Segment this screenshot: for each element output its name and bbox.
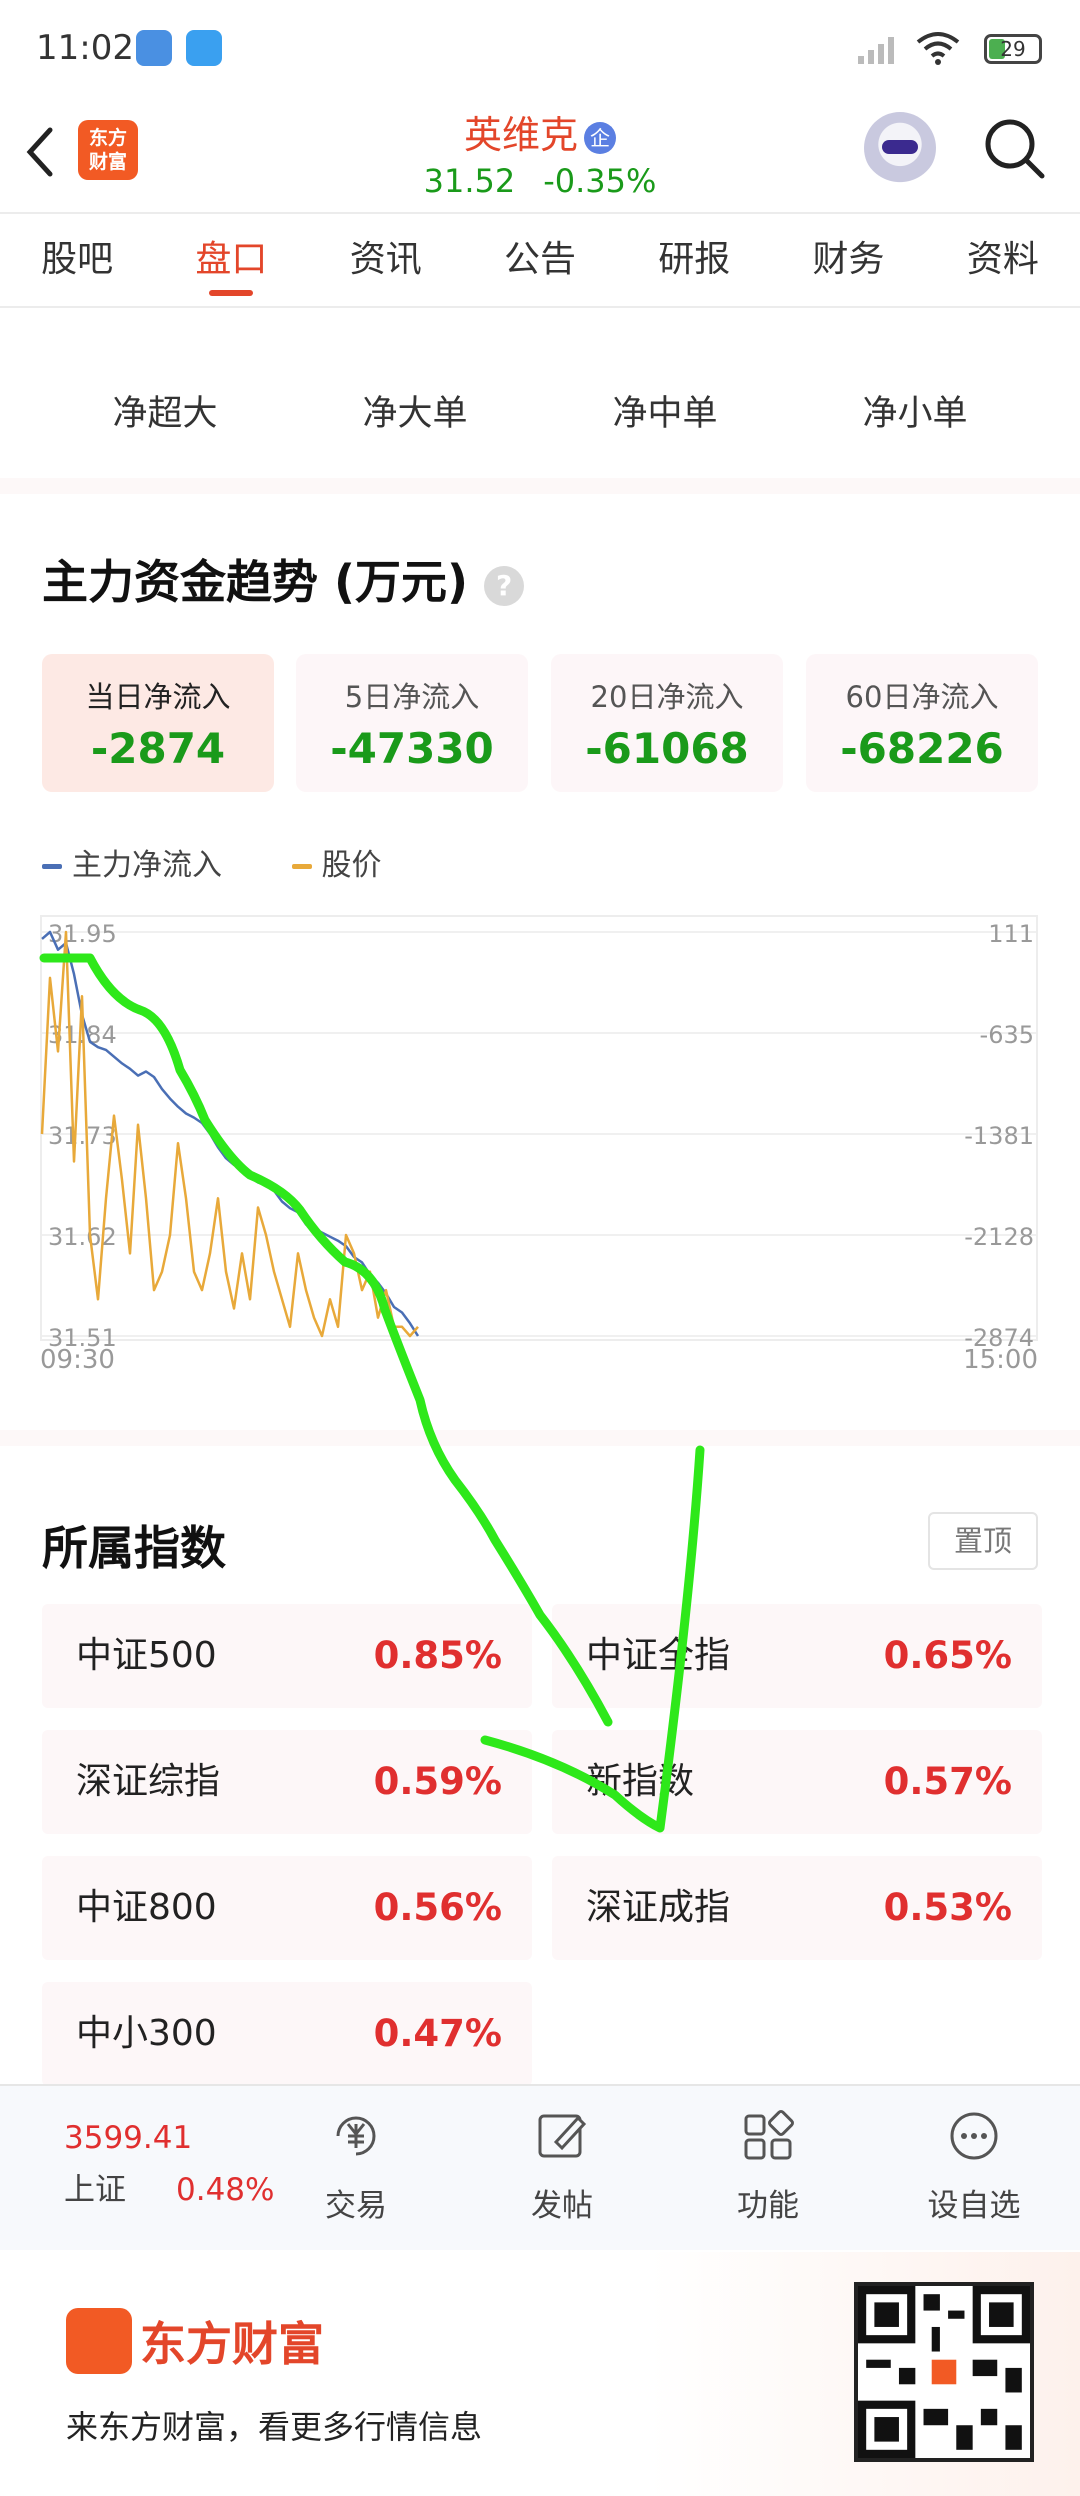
bottom-bar: 3599.41 上证 0.48% 交易 发帖 功能 设自选 [0,2084,1080,2250]
grid-icon [744,2110,794,2160]
add-watchlist-label: 设自选 [927,2188,1021,2224]
edit-icon [538,2114,587,2158]
post-button[interactable]: 发帖 [502,2106,622,2225]
features-button[interactable]: 功能 [708,2106,828,2225]
market-index-widget[interactable]: 3599.41 上证 0.48% [64,2120,274,2209]
yen-cycle-icon [336,2116,376,2156]
post-label: 发帖 [531,2188,593,2224]
trade-label: 交易 [325,2188,387,2224]
ad-banner[interactable]: 东方财富 来东方财富，看更多行情信息 [0,2252,1080,2496]
brand-mark-icon [66,2308,132,2374]
add-watchlist-button[interactable]: 设自选 [914,2106,1034,2225]
features-label: 功能 [737,2188,799,2224]
trade-button[interactable]: 交易 [296,2106,416,2225]
market-index-name: 上证 [64,2172,126,2208]
brand-logo: 东方财富 [66,2308,324,2374]
qr-code[interactable] [854,2282,1034,2462]
market-index-value: 3599.41 [64,2120,193,2156]
brand-name: 东方财富 [140,2317,324,2371]
market-index-pct: 0.48% [176,2172,275,2208]
more-icon [950,2112,998,2160]
ad-text: 来东方财富，看更多行情信息 [66,2408,483,2446]
